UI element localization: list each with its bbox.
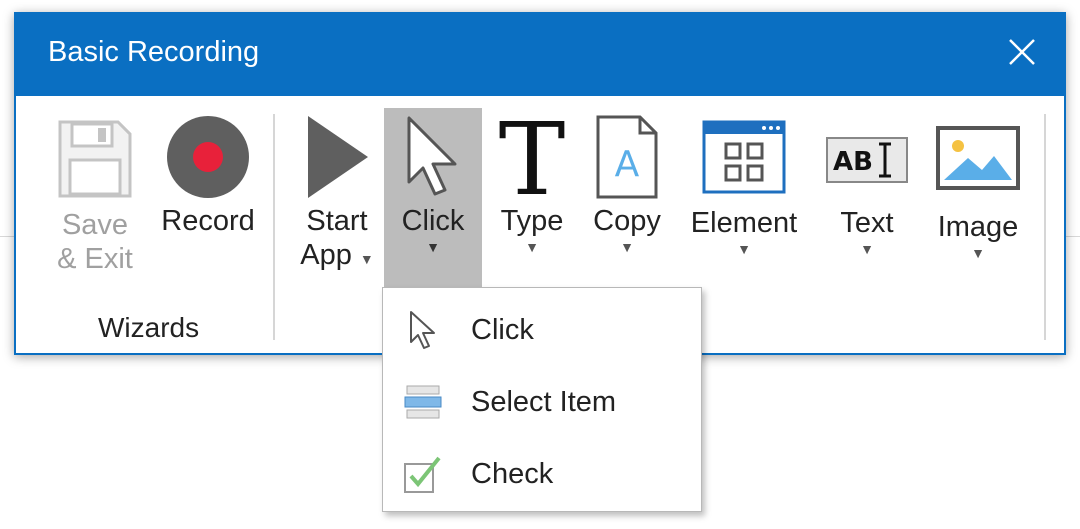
- floppy-disk-icon: [58, 120, 132, 198]
- cursor-icon: [401, 308, 445, 352]
- title-bar: Basic Recording: [14, 12, 1066, 96]
- chevron-down-icon: ▼: [359, 251, 374, 267]
- play-icon: [308, 116, 368, 198]
- menu-item-select-item[interactable]: Select Item: [383, 366, 701, 438]
- save-exit-label-line1: Save: [61, 209, 129, 241]
- click-button[interactable]: Click ▼: [384, 114, 482, 254]
- start-app-label-line2-text: App: [300, 239, 352, 271]
- image-label: Image: [937, 211, 1019, 243]
- type-button[interactable]: T Type ▼: [490, 110, 574, 254]
- menu-item-check[interactable]: Check: [383, 438, 701, 510]
- picture-icon: [936, 126, 1020, 190]
- record-label: Record: [161, 205, 255, 237]
- click-label: Click: [401, 205, 465, 237]
- chevron-down-icon: ▼: [737, 241, 751, 257]
- record-button[interactable]: Record: [158, 114, 258, 238]
- save-exit-label-line2: & Exit: [57, 243, 133, 275]
- group-separator-right: [1044, 114, 1046, 340]
- image-button[interactable]: Image ▼: [930, 126, 1026, 260]
- window-title: Basic Recording: [48, 36, 260, 68]
- chevron-down-icon: ▼: [620, 239, 634, 255]
- click-dropdown-menu: Click Select Item Check: [382, 287, 702, 512]
- menu-item-check-label: Check: [471, 457, 554, 490]
- chevron-down-icon: ▼: [426, 239, 440, 255]
- chevron-down-icon: ▼: [860, 241, 874, 257]
- element-window-icon: [702, 120, 786, 194]
- letter-t-icon: T: [499, 110, 566, 200]
- chevron-down-icon: ▼: [525, 239, 539, 255]
- element-button[interactable]: Element ▼: [688, 120, 800, 256]
- type-label: Type: [500, 205, 564, 237]
- start-app-button[interactable]: Start App ▼: [292, 114, 382, 276]
- element-label: Element: [690, 207, 798, 239]
- close-icon: [1009, 39, 1035, 65]
- svg-text:AB: AB: [833, 147, 873, 177]
- cursor-icon: [407, 116, 457, 196]
- text-box-icon: AB: [826, 137, 908, 183]
- select-list-icon: [401, 380, 445, 424]
- group-label-wizards: Wizards: [98, 312, 200, 343]
- record-icon: [167, 116, 249, 198]
- checkbox-icon: [401, 452, 445, 496]
- document-a-icon: A: [596, 115, 658, 199]
- menu-item-click-label: Click: [471, 313, 534, 346]
- svg-text:T: T: [499, 110, 566, 200]
- svg-text:A: A: [615, 144, 640, 185]
- save-exit-button[interactable]: Save & Exit: [50, 118, 140, 276]
- start-app-label-line2: App ▼: [300, 238, 374, 276]
- copy-button[interactable]: A Copy ▼: [584, 114, 670, 254]
- chevron-down-icon: ▼: [971, 245, 985, 261]
- menu-item-select-item-label: Select Item: [471, 385, 617, 418]
- copy-label: Copy: [593, 205, 661, 237]
- text-button[interactable]: AB Text ▼: [820, 136, 914, 256]
- group-separator: [273, 114, 275, 340]
- start-app-label-line1: Start: [306, 205, 368, 237]
- menu-item-click[interactable]: Click: [383, 294, 701, 366]
- text-label: Text: [840, 207, 894, 239]
- close-button[interactable]: [994, 24, 1050, 80]
